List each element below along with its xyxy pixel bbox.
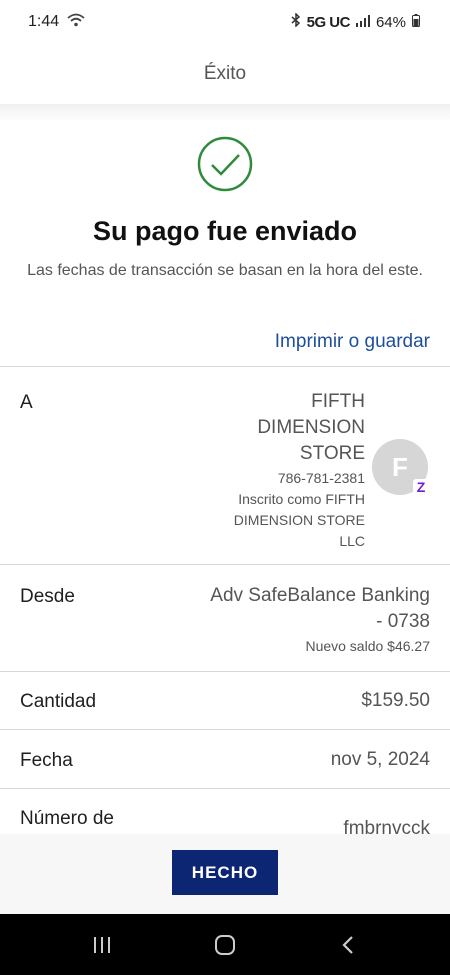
date-label: Fecha — [20, 750, 73, 771]
home-icon[interactable] — [205, 925, 245, 965]
confirmation-value: fmbrnvcck — [343, 818, 430, 834]
header-shadow — [0, 104, 450, 122]
amount-label: Cantidad — [20, 691, 97, 712]
success-subtitle: Las fechas de transacción se basan en la… — [27, 262, 423, 279]
print-or-save-link[interactable]: Imprimir o guardar — [275, 331, 430, 353]
bluetooth-icon — [291, 12, 301, 31]
divider — [0, 671, 450, 672]
signal-icon — [355, 14, 370, 31]
from-label: Desde — [20, 586, 75, 607]
recipient-label: A — [20, 392, 33, 413]
success-check-icon — [197, 136, 253, 192]
date-value: nov 5, 2024 — [330, 749, 430, 770]
enrolled-line: DIMENSION STORE — [233, 512, 365, 528]
divider — [0, 564, 450, 565]
confirmation-label: Número de — [20, 808, 114, 829]
battery-icon — [412, 13, 420, 31]
status-time: 1:44 — [28, 13, 60, 30]
account-line: Adv SafeBalance Banking — [210, 585, 430, 606]
success-title: Su pago fue enviado — [92, 216, 358, 246]
new-balance: Nuevo saldo $46.27 — [305, 638, 430, 654]
status-left: 1:44 — [28, 13, 85, 32]
app-header: Éxito — [0, 44, 450, 104]
recipient-name-line: STORE — [299, 443, 365, 464]
account-line: - 0738 — [376, 611, 430, 632]
amount-value: $159.50 — [361, 690, 430, 711]
network-type: 5G UC — [306, 13, 351, 31]
system-nav-bar — [0, 914, 450, 975]
confirmation-row: Número de fmbrnvcck — [0, 788, 450, 834]
recipient-name-line: DIMENSION — [257, 417, 365, 438]
recent-apps-icon[interactable] — [82, 925, 122, 965]
wifi-icon — [67, 13, 85, 32]
done-button[interactable]: HECHO — [172, 850, 278, 895]
recipient-details: 786-781-2381 Inscrito como FIFTH DIMENSI… — [234, 468, 365, 552]
divider — [0, 729, 450, 730]
page-title: Éxito — [203, 63, 247, 84]
divider — [0, 366, 450, 367]
recipient-phone: 786-781-2381 — [277, 470, 365, 486]
enrolled-line: Inscrito como FIFTH — [238, 491, 365, 507]
status-right: 5G UC 64% — [291, 12, 420, 31]
zelle-badge-icon: Z — [413, 479, 429, 495]
recipient-name-line: FIFTH — [311, 391, 365, 412]
from-account: Adv SafeBalance Banking - 0738 — [210, 583, 430, 635]
battery-percent: 64% — [375, 13, 406, 31]
recipient-name: FIFTH DIMENSION STORE — [257, 389, 365, 467]
enrolled-line: LLC — [339, 533, 365, 549]
back-icon[interactable] — [328, 925, 368, 965]
status-bar: 1:44 5G UC 64% — [0, 0, 450, 44]
